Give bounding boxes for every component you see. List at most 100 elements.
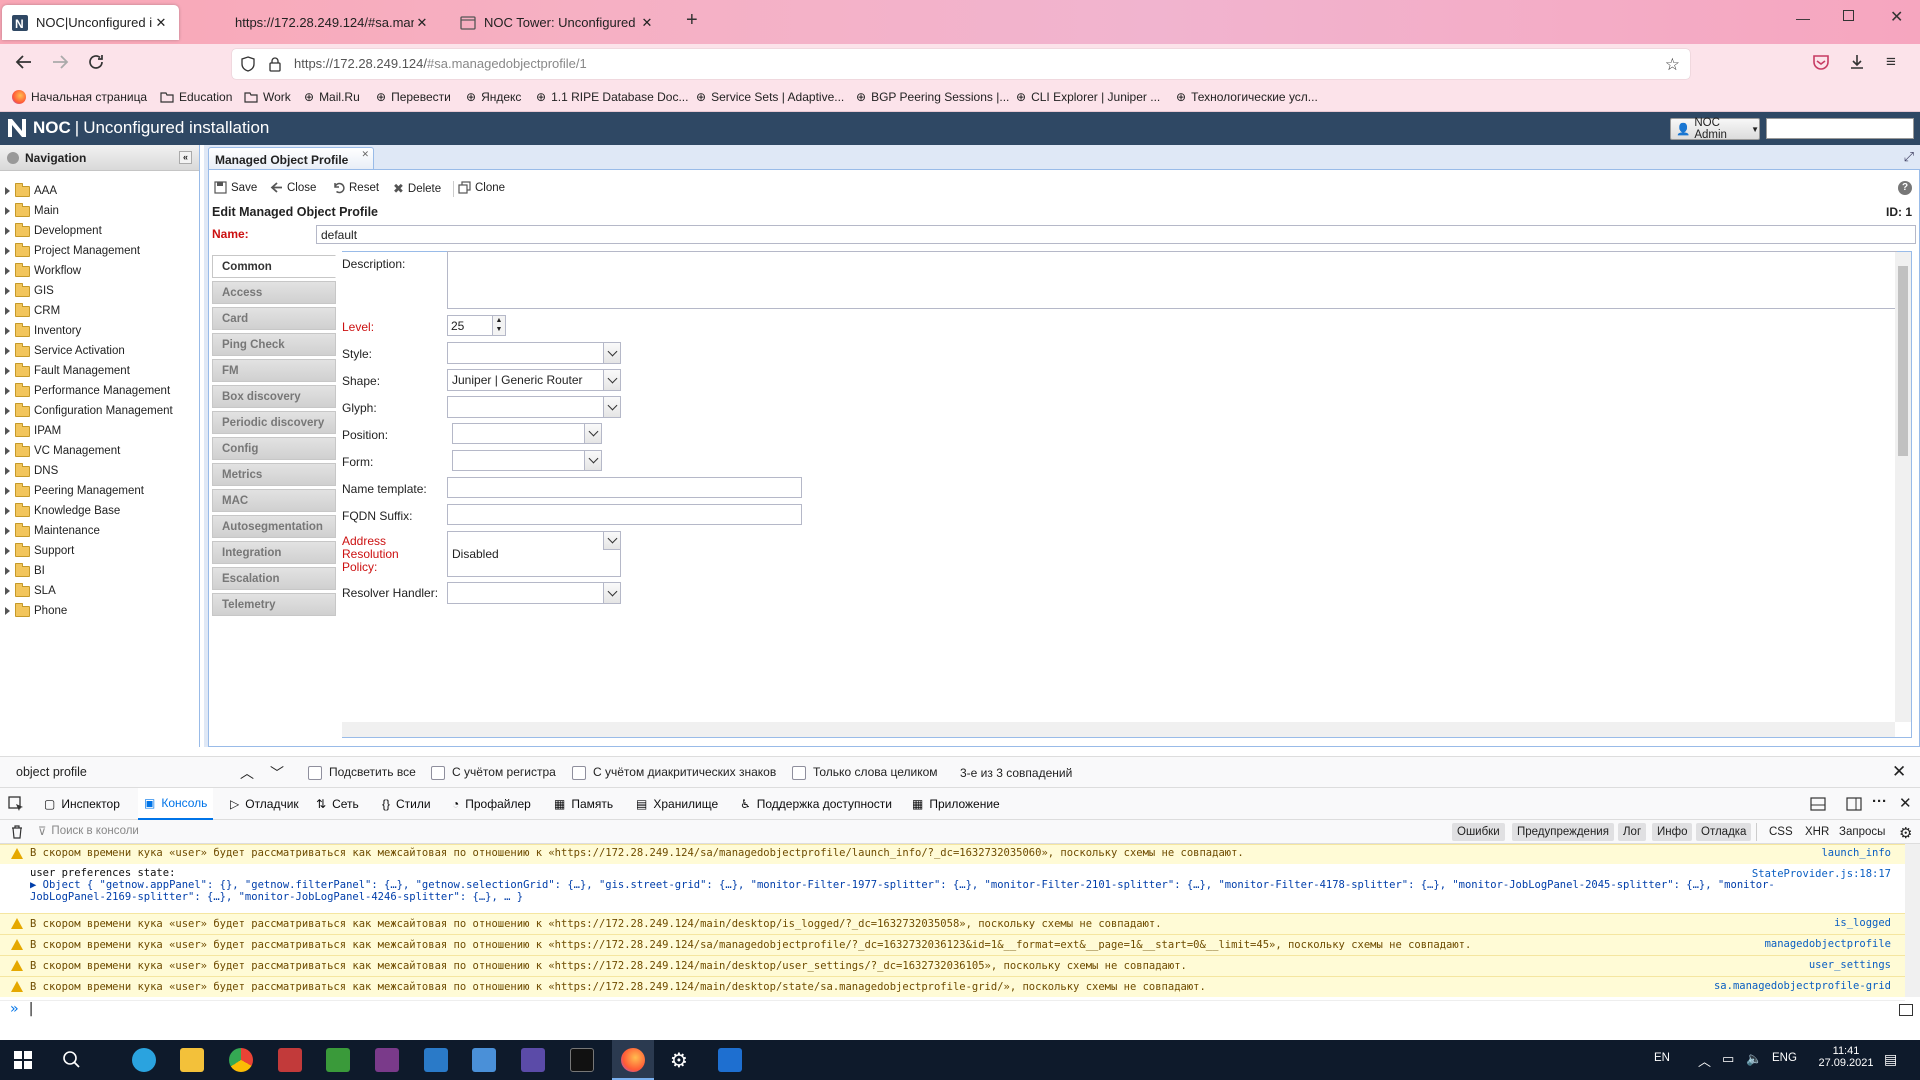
expand-arrow-icon[interactable] [5, 387, 10, 395]
bookmark-item[interactable]: ⊕ Mail.Ru [304, 90, 360, 104]
side-tab[interactable]: Telemetry [212, 593, 336, 616]
expand-arrow-icon[interactable] [5, 587, 10, 595]
reload-icon[interactable] [86, 52, 106, 72]
nav-item[interactable]: GIS [5, 281, 54, 301]
bookmark-item[interactable]: Education [160, 90, 232, 104]
search-icon[interactable] [62, 1050, 80, 1068]
restore-window-icon[interactable] [1843, 10, 1854, 21]
console-source-link[interactable]: managedobjectprofile [1765, 938, 1891, 950]
more-options-icon[interactable]: ··· [1872, 793, 1887, 810]
close-devtools-icon[interactable]: ✕ [1899, 794, 1912, 812]
name-template-input[interactable] [447, 477, 802, 498]
file-explorer-icon[interactable] [180, 1048, 204, 1072]
network-app-icon[interactable] [472, 1048, 496, 1072]
console-filter-input[interactable]: ⊽ Поиск в консоли [38, 824, 139, 838]
browser-tab-url[interactable]: https://172.28.249.124/#sa.managedobject… [225, 5, 440, 40]
side-tab[interactable]: Ping Check [212, 333, 336, 356]
nav-item[interactable]: Support [5, 541, 74, 561]
nav-item[interactable]: Knowledge Base [5, 501, 120, 521]
expand-arrow-icon[interactable] [5, 487, 10, 495]
filter-warnings[interactable]: Предупреждения [1512, 823, 1614, 841]
app-icon[interactable] [718, 1048, 742, 1072]
downloads-icon[interactable] [1848, 53, 1866, 71]
help-icon[interactable]: ? [1898, 181, 1912, 195]
shape-select[interactable]: Juniper | Generic Router [447, 369, 621, 391]
style-select[interactable] [447, 342, 621, 364]
nav-item[interactable]: Configuration Management [5, 401, 173, 421]
close-window-icon[interactable]: ✕ [1890, 7, 1903, 27]
nav-item[interactable]: DNS [5, 461, 58, 481]
close-tab-icon[interactable]: ✕ [414, 15, 430, 31]
nav-item[interactable]: Workflow [5, 261, 81, 281]
chevron-down-icon[interactable] [603, 583, 620, 603]
expand-arrow-icon[interactable] [5, 367, 10, 375]
split-console-icon[interactable] [1810, 796, 1826, 812]
devtools-tab[interactable]: ⇅ Сеть [310, 788, 365, 820]
side-tab[interactable]: Metrics [212, 463, 336, 486]
nav-item[interactable]: AAA [5, 181, 57, 201]
url-bar[interactable]: https://172.28.249.124/#sa.managedobject… [232, 49, 1690, 79]
devtools-tab[interactable]: ◔ Профайлер [446, 788, 537, 820]
nav-item[interactable]: Fault Management [5, 361, 130, 381]
side-tab[interactable]: Autosegmentation [212, 515, 336, 538]
browser-tab-noc-tower[interactable]: NOC Tower: Unconfigured installation ✕ [450, 5, 665, 40]
menu-icon[interactable]: ≡ [1886, 52, 1896, 72]
whole-words-checkbox[interactable]: Только слова целиком [792, 765, 938, 780]
expand-arrow-icon[interactable] [5, 407, 10, 415]
notifications-icon[interactable]: ▤ [1884, 1051, 1897, 1068]
tray-chevron-icon[interactable]: ︿ [1698, 1051, 1711, 1070]
side-tab[interactable]: Box discovery [212, 385, 336, 408]
level-spinner[interactable]: ▲ ▼ [492, 316, 505, 335]
bookmark-item[interactable]: ⊕ Перевести [376, 90, 451, 104]
side-tab[interactable]: MAC [212, 489, 336, 512]
bookmark-item[interactable]: ⊕ Технологические усл... [1176, 90, 1318, 104]
nav-item[interactable]: Phone [5, 601, 67, 621]
nav-item[interactable]: Project Management [5, 241, 140, 261]
expand-arrow-icon[interactable] [5, 207, 10, 215]
tab-managed-object-profile[interactable]: Managed Object Profile ✕ [208, 147, 374, 169]
expand-arrow-icon[interactable] [5, 447, 10, 455]
windows-start-icon[interactable] [14, 1051, 32, 1069]
keyboard-language[interactable]: ENG [1772, 1052, 1797, 1064]
nav-item[interactable]: Service Activation [5, 341, 125, 361]
expand-arrow-icon[interactable] [5, 267, 10, 275]
terminal-app-icon[interactable] [375, 1048, 399, 1072]
console-object-preview[interactable]: ▶ Object { "getnow.appPanel": {}, "getno… [30, 879, 1905, 891]
input-language[interactable]: EN [1654, 1052, 1670, 1064]
global-search-input[interactable] [1766, 118, 1914, 139]
devtools-tab[interactable]: ♿ Поддержка доступности [734, 788, 898, 820]
editor-mode-icon[interactable] [1899, 1004, 1913, 1016]
expand-arrow-icon[interactable] [5, 307, 10, 315]
nav-item[interactable]: BI [5, 561, 45, 581]
telegram-icon[interactable] [132, 1048, 156, 1072]
position-select[interactable] [452, 423, 602, 444]
chevron-down-icon[interactable] [584, 424, 601, 443]
dock-icon[interactable] [1846, 796, 1862, 812]
lock-icon[interactable] [268, 56, 282, 72]
fqdn-suffix-input[interactable] [447, 504, 802, 525]
expand-arrow-icon[interactable] [5, 547, 10, 555]
side-tab[interactable]: FM [212, 359, 336, 382]
settings-icon[interactable]: ⚙ [670, 1048, 688, 1073]
console-source-link[interactable]: launch_info [1821, 847, 1891, 859]
chrome-icon[interactable] [229, 1048, 253, 1072]
nav-item[interactable]: Development [5, 221, 102, 241]
name-input[interactable]: default [316, 225, 1916, 244]
nav-item[interactable]: IPAM [5, 421, 61, 441]
filter-css[interactable]: CSS [1764, 823, 1798, 841]
devtools-tab[interactable]: ▣ Консоль [138, 788, 214, 820]
command-prompt-icon[interactable] [570, 1048, 594, 1072]
chevron-down-icon[interactable] [603, 343, 620, 363]
devtools-tab[interactable]: ▢ Инспектор [38, 788, 126, 820]
nav-item[interactable]: Maintenance [5, 521, 100, 541]
chevron-down-icon[interactable] [603, 532, 620, 550]
expand-arrow-icon[interactable] [5, 347, 10, 355]
notepad-icon[interactable] [326, 1048, 350, 1072]
expand-arrow-icon[interactable] [5, 467, 10, 475]
filter-info[interactable]: Инфо [1652, 823, 1693, 841]
trash-icon[interactable] [10, 824, 24, 839]
console-source-link[interactable]: user_settings [1809, 959, 1891, 971]
back-icon[interactable] [14, 52, 34, 72]
close-tab-icon[interactable]: ✕ [153, 15, 169, 31]
side-tab[interactable]: Escalation [212, 567, 336, 590]
